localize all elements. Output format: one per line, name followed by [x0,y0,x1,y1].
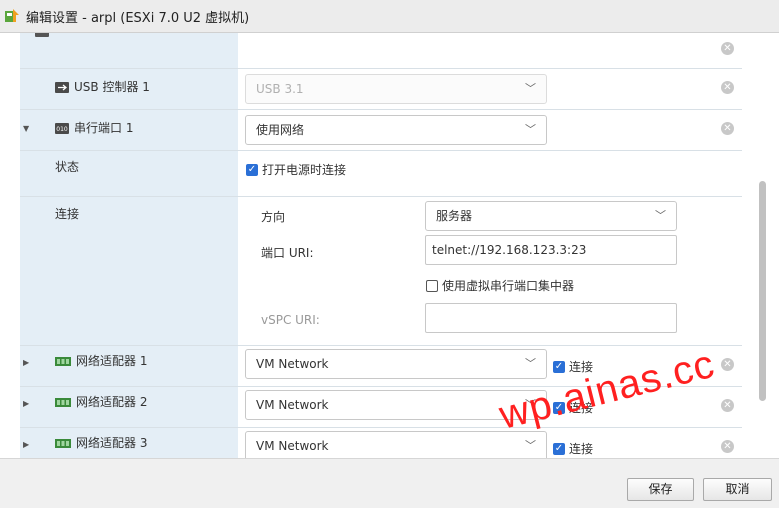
serial-connection-row: 连接 方向 服务器 ﹀ 端口 URI: telnet://192.168.123.… [20,196,742,346]
serial-port-label[interactable]: 010 串行端口 1 [55,119,133,136]
window-title: 编辑设置 - arpl (ESXi 7.0 U2 虚拟机) [26,10,250,26]
collapse-triangle-icon[interactable]: ▼ [23,124,29,133]
status-label: 状态 [55,160,80,174]
cancel-button[interactable]: 取消 [703,478,772,501]
vm-settings-icon [5,9,19,22]
usb-controller-label: USB 控制器 1 [55,78,150,95]
port-uri-label: 端口 URI: [261,246,314,260]
direction-label: 方向 [261,210,286,224]
nic-3-connect-checkbox[interactable]: ✓ 连接 [553,440,593,457]
device-row-nic-3: ▶ 网络适配器 3 VM Network ﹀ ✓ 连接 ✕ [20,427,742,458]
network-adapter-icon [55,357,71,366]
expand-triangle-icon[interactable]: ▶ [23,358,29,367]
save-button[interactable]: 保存 [627,478,694,501]
scrollbar-thumb[interactable] [759,181,766,401]
controller-icon [35,33,49,37]
serial-status-row: 状态 ✓ 打开电源时连接 [20,150,742,197]
direction-select[interactable]: 服务器 ﹀ [425,201,677,231]
network-adapter-icon [55,439,71,448]
checkbox-checked-icon: ✓ [246,163,258,176]
remove-device-icon[interactable]: ✕ [721,358,734,371]
chevron-down-icon: ﹀ [525,439,536,452]
connection-label: 连接 [55,207,80,221]
nic-3-label[interactable]: 网络适配器 3 [55,434,147,451]
window-titlebar: 编辑设置 - arpl (ESXi 7.0 U2 虚拟机) [0,0,779,33]
device-row-usb: USB 控制器 1 USB 3.1 ﹀ ✕ [20,68,742,110]
chevron-down-icon: ﹀ [655,209,666,222]
remove-device-icon[interactable]: ✕ [721,42,734,55]
nic-1-label[interactable]: 网络适配器 1 [55,352,147,369]
remove-device-icon[interactable]: ✕ [721,440,734,453]
usb-type-select: USB 3.1 ﹀ [245,74,547,104]
network-adapter-icon [55,398,71,407]
nic-1-network-select[interactable]: VM Network ﹀ [245,349,547,379]
remove-device-icon[interactable]: ✕ [721,399,734,412]
remove-device-icon[interactable]: ✕ [721,122,734,135]
power-on-connect-checkbox[interactable]: ✓ 打开电源时连接 [246,161,346,178]
vspc-uri-input[interactable] [425,303,677,333]
chevron-down-icon: ﹀ [525,82,536,95]
device-row-serial: ▼ 010 串行端口 1 使用网络 ﹀ ✕ [20,109,742,151]
device-row-partial: ✕ [20,33,742,69]
nic-2-label[interactable]: 网络适配器 2 [55,393,147,410]
vspc-uri-label: vSPC URI: [261,313,320,327]
expand-triangle-icon[interactable]: ▶ [23,440,29,449]
svg-text:010: 010 [56,126,68,133]
serial-port-icon: 010 [55,123,69,134]
use-concentrator-checkbox[interactable]: 使用虚拟串行端口集中器 [426,277,574,294]
port-uri-input[interactable]: telnet://192.168.123.3:23 [425,235,677,265]
remove-device-icon[interactable]: ✕ [721,81,734,94]
dialog-footer: 保存 取消 [0,458,779,508]
serial-type-select[interactable]: 使用网络 ﹀ [245,115,547,145]
chevron-down-icon: ﹀ [525,123,536,136]
checkbox-unchecked-icon [426,279,438,292]
expand-triangle-icon[interactable]: ▶ [23,399,29,408]
checkbox-checked-icon: ✓ [553,360,565,373]
usb-icon [55,82,69,93]
chevron-down-icon: ﹀ [525,357,536,370]
checkbox-checked-icon: ✓ [553,442,565,455]
nic-3-network-select[interactable]: VM Network ﹀ [245,431,547,458]
